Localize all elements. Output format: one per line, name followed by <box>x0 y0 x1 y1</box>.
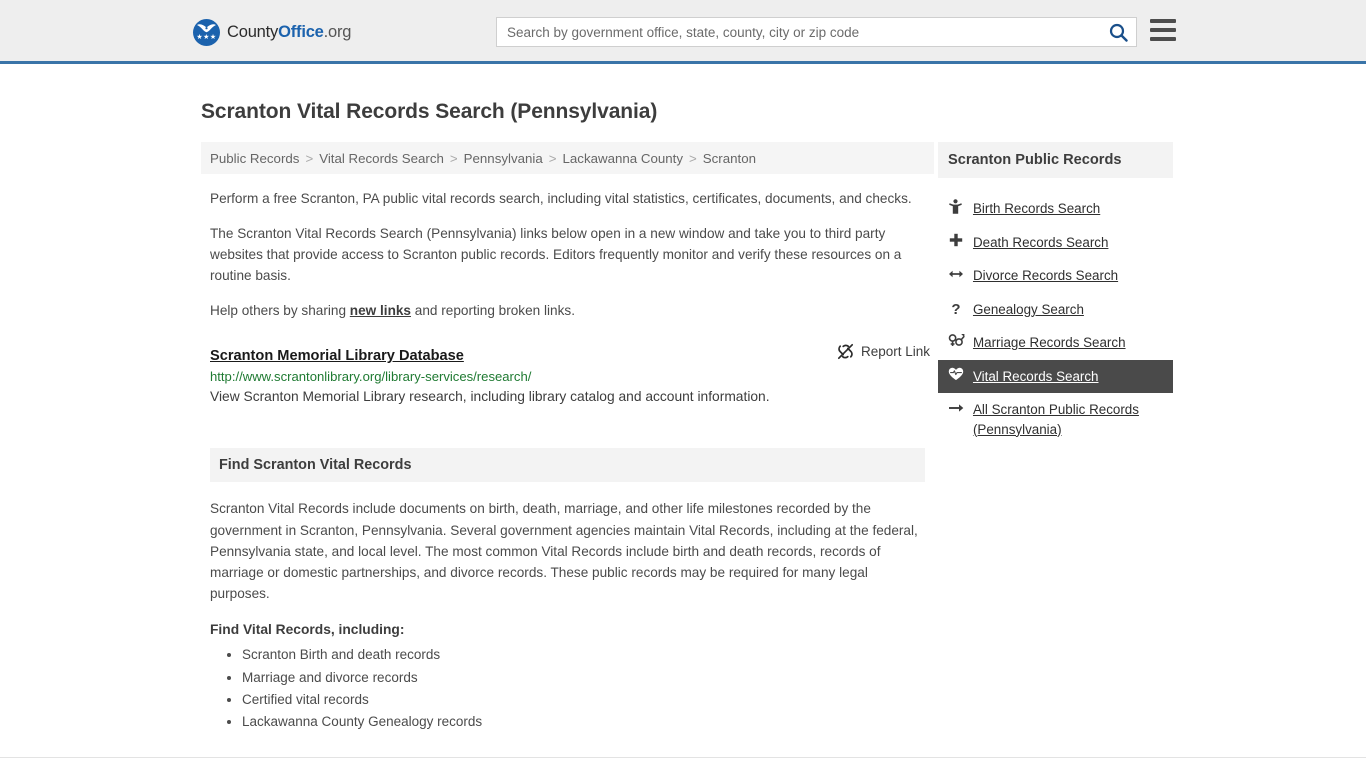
left-right-arrow-icon <box>948 266 964 285</box>
sidebar-list: Birth Records Search Death Records Searc… <box>937 192 1173 446</box>
sidebar: Scranton Public Records Birth Records Se… <box>937 142 1173 734</box>
baby-icon <box>948 199 964 219</box>
heart-pulse-icon <box>948 367 964 386</box>
arrow-right-icon <box>948 400 964 419</box>
cross-icon <box>948 233 964 252</box>
sidebar-item-label: All Scranton Public Records (Pennsylvani… <box>972 402 1139 437</box>
breadcrumb-separator: > <box>449 150 458 166</box>
result-item: Scranton Memorial Library Database Repor… <box>210 343 930 404</box>
breadcrumb-item-vital-records-search[interactable]: Vital Records Search <box>319 151 444 166</box>
hamburger-bar-3 <box>1150 37 1176 41</box>
intro-paragraph-2: The Scranton Vital Records Search (Penns… <box>210 226 902 284</box>
help-suffix: and reporting broken links. <box>411 303 575 319</box>
list-item: Scranton Birth and death records <box>242 645 934 665</box>
question-mark-icon: ? <box>951 300 961 318</box>
sidebar-heading: Scranton Public Records <box>937 142 1173 178</box>
list-item: Lackawanna County Genealogy records <box>242 712 934 732</box>
breadcrumb-separator: > <box>548 150 557 166</box>
help-prefix: Help others by sharing <box>210 303 350 319</box>
hamburger-bar-1 <box>1150 19 1176 23</box>
bidirectional-arrow-icon <box>948 271 963 278</box>
hamburger-menu-icon[interactable] <box>1150 19 1176 41</box>
plus-cross-icon <box>949 233 963 247</box>
new-links-link[interactable]: new links <box>350 303 411 318</box>
report-link-label: Report Link <box>860 344 930 360</box>
breadcrumb-separator: > <box>689 150 697 166</box>
logo-wordmark: CountyOffice.org <box>227 23 351 42</box>
sidebar-item-divorce-records[interactable]: Divorce Records Search <box>938 259 1173 292</box>
sidebar-item-death-records[interactable]: Death Records Search <box>938 226 1173 259</box>
result-header-row: Scranton Memorial Library Database Repor… <box>210 343 930 364</box>
vital-records-list: Scranton Birth and death records Marriag… <box>210 645 934 732</box>
sidebar-item-all-public-records[interactable]: All Scranton Public Records (Pennsylvani… <box>938 393 1173 446</box>
sidebar-item-marriage-records[interactable]: Marriage Records Search <box>938 326 1173 359</box>
result-title-link[interactable]: Scranton Memorial Library Database <box>210 348 464 364</box>
search-bar[interactable] <box>496 17 1137 47</box>
site-header: ★★★ CountyOffice.org <box>0 0 1366 64</box>
right-arrow-icon <box>948 404 964 412</box>
broken-link-icon <box>837 344 854 360</box>
logo-word-office: Office <box>278 23 324 41</box>
breadcrumb-item-lackawanna-county[interactable]: Lackawanna County <box>563 151 684 166</box>
breadcrumb-item-public-records[interactable]: Public Records <box>210 151 299 166</box>
sidebar-item-label: Marriage Records Search <box>972 335 1126 351</box>
male-female-symbol-icon <box>948 333 965 352</box>
result-url[interactable]: http://www.scrantonlibrary.org/library-s… <box>210 369 930 384</box>
breadcrumb-item-scranton[interactable]: Scranton <box>703 151 756 166</box>
list-item: Certified vital records <box>242 690 934 710</box>
sidebar-item-label: Death Records Search <box>972 235 1109 250</box>
site-logo[interactable]: ★★★ CountyOffice.org <box>193 19 351 46</box>
intro-paragraph-1: Perform a free Scranton, PA public vital… <box>210 191 912 206</box>
help-paragraph: Help others by sharing new links and rep… <box>210 300 925 321</box>
content-container: Scranton Vital Records Search (Pennsylva… <box>193 64 1173 734</box>
main-column: Public Records > Vital Records Search > … <box>201 142 934 734</box>
search-input[interactable] <box>497 18 1100 46</box>
find-records-section-heading: Find Scranton Vital Records <box>210 448 925 483</box>
find-records-section-body: Scranton Vital Records include documents… <box>210 501 918 602</box>
breadcrumb-separator: > <box>305 150 314 166</box>
logo-stars: ★★★ <box>196 34 217 41</box>
search-button[interactable] <box>1100 18 1136 46</box>
page-root: ★★★ CountyOffice.org Scranton Vital Reco… <box>0 0 1366 768</box>
sidebar-item-genealogy[interactable]: ? Genealogy Search <box>938 293 1173 326</box>
sidebar-item-label: Genealogy Search <box>972 301 1084 317</box>
report-link-button[interactable]: Report Link <box>837 343 930 360</box>
sidebar-item-label: Vital Records Search <box>972 368 1099 384</box>
county-office-logo-icon: ★★★ <box>193 19 220 46</box>
sidebar-item-label: Divorce Records Search <box>972 268 1119 284</box>
sidebar-item-birth-records[interactable]: Birth Records Search <box>938 192 1173 226</box>
result-description: View Scranton Memorial Library research,… <box>210 389 770 405</box>
baby-figure-icon <box>949 199 963 214</box>
find-records-list-label: Find Vital Records, including: <box>210 622 405 638</box>
logo-word-org: .org <box>323 23 352 41</box>
hamburger-bar-2 <box>1150 28 1176 32</box>
page-title: Scranton Vital Records Search (Pennsylva… <box>201 100 658 123</box>
search-icon <box>1109 23 1128 42</box>
footer-divider <box>0 757 1366 758</box>
sidebar-item-vital-records[interactable]: Vital Records Search <box>937 359 1173 394</box>
heart-with-pulse-icon <box>948 367 964 380</box>
list-item: Marriage and divorce records <box>242 668 934 688</box>
breadcrumb: Public Records > Vital Records Search > … <box>201 142 934 174</box>
breadcrumb-item-pennsylvania[interactable]: Pennsylvania <box>464 151 543 166</box>
sidebar-item-label: Birth Records Search <box>972 201 1101 216</box>
logo-word-county: County <box>227 23 279 41</box>
gender-symbols-icon <box>948 334 965 347</box>
content-columns: Public Records > Vital Records Search > … <box>193 142 1173 734</box>
